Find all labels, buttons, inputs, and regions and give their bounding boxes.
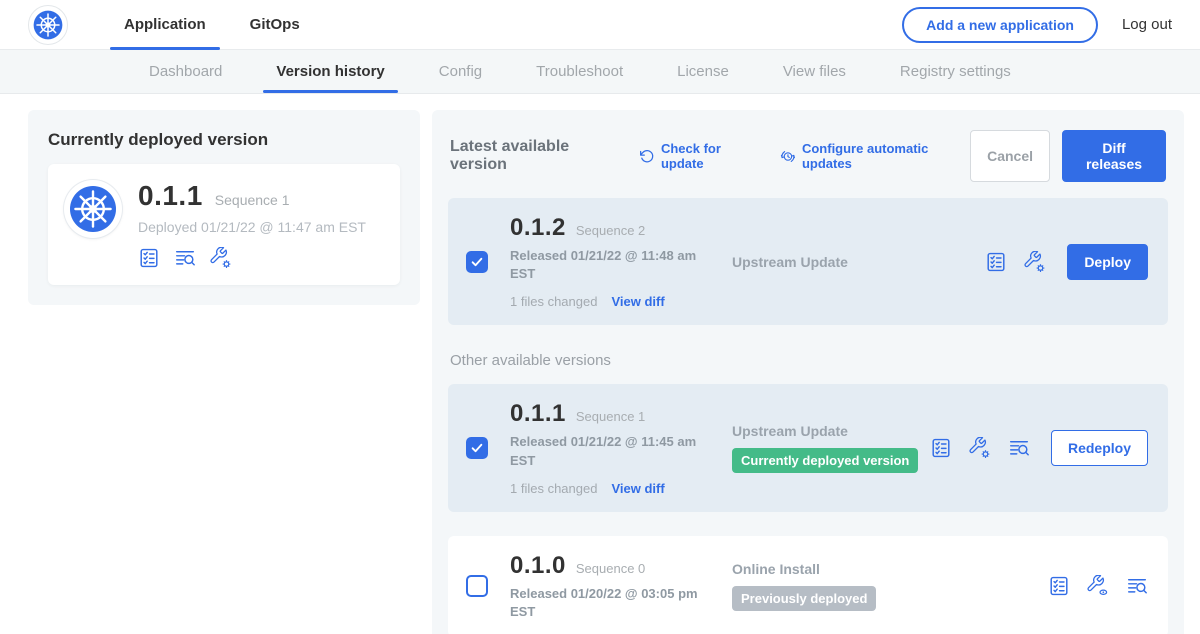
kubernetes-logo-icon[interactable] [28, 5, 68, 45]
top-tabs: Application GitOps [102, 0, 322, 50]
tab-gitops[interactable]: GitOps [228, 0, 322, 50]
available-versions-header: Latest available version Check for updat… [450, 130, 1166, 182]
add-new-application-button[interactable]: Add a new application [902, 7, 1098, 43]
redeploy-button[interactable]: Redeploy [1051, 430, 1148, 466]
kubernetes-logo-icon [64, 180, 122, 238]
cancel-button[interactable]: Cancel [970, 130, 1050, 182]
version-source-label: Upstream Update [732, 254, 985, 270]
deploy-logs-icon[interactable] [174, 247, 196, 269]
latest-available-title: Latest available version [450, 138, 619, 174]
version-row-0-1-1: 0.1.1 Sequence 1 Released 01/21/22 @ 11:… [448, 384, 1168, 511]
version-number: 0.1.2 [510, 214, 566, 242]
edit-config-icon[interactable] [969, 437, 991, 459]
deployed-version-number: 0.1.1 [138, 180, 203, 212]
subnav-item-view-files[interactable]: View files [756, 50, 873, 93]
subnav-item-license[interactable]: License [650, 50, 756, 93]
deploy-logs-icon[interactable] [1008, 437, 1030, 459]
version-source-label: Online Install [732, 561, 1048, 577]
main-content: Currently deployed version 0.1.1 Sequenc… [0, 94, 1200, 634]
deployed-sequence-label: Sequence 1 [215, 192, 290, 208]
preflight-checks-icon[interactable] [1048, 575, 1070, 597]
version-checkbox[interactable] [466, 437, 488, 459]
tab-application[interactable]: Application [102, 0, 228, 50]
deployed-version-card: 0.1.1 Sequence 1 Deployed 01/21/22 @ 11:… [48, 164, 400, 285]
top-nav-right: Add a new application Log out [902, 7, 1172, 43]
sequence-label: Sequence 2 [576, 223, 645, 238]
subnav-item-dashboard[interactable]: Dashboard [122, 50, 249, 93]
available-versions-panel: Latest available version Check for updat… [432, 110, 1184, 634]
deploy-logs-icon[interactable] [1126, 575, 1148, 597]
version-source-label: Upstream Update [732, 423, 930, 439]
version-row-0-1-0: 0.1.0 Sequence 0 Released 01/20/22 @ 03:… [448, 536, 1168, 634]
preflight-checks-icon[interactable] [138, 247, 160, 269]
files-changed-label: 1 files changed [510, 294, 597, 309]
app-sub-nav: Dashboard Version history Config Trouble… [0, 50, 1200, 94]
top-nav: Application GitOps Add a new application… [0, 0, 1200, 50]
view-diff-link[interactable]: View diff [611, 481, 664, 496]
sequence-label: Sequence 0 [576, 561, 645, 576]
currently-deployed-badge: Currently deployed version [732, 448, 918, 473]
view-config-icon[interactable] [1087, 575, 1109, 597]
other-available-versions-title: Other available versions [450, 352, 1166, 369]
tab-gitops-label: GitOps [250, 16, 300, 33]
edit-config-icon[interactable] [1024, 251, 1046, 273]
diff-releases-button[interactable]: Diff releases [1062, 130, 1166, 182]
version-number: 0.1.1 [510, 400, 566, 428]
released-timestamp: Released 01/21/22 @ 11:45 am EST [510, 433, 708, 469]
logout-link[interactable]: Log out [1122, 16, 1172, 33]
preflight-checks-icon[interactable] [985, 251, 1007, 273]
version-checkbox[interactable] [466, 251, 488, 273]
subnav-item-troubleshoot[interactable]: Troubleshoot [509, 50, 650, 93]
clock-arrows-icon [780, 148, 796, 165]
check-for-update-link[interactable]: Check for update [639, 141, 760, 171]
preflight-checks-icon[interactable] [930, 437, 952, 459]
subnav-item-registry-settings[interactable]: Registry settings [873, 50, 1038, 93]
subnav-item-config[interactable]: Config [412, 50, 509, 93]
edit-config-icon[interactable] [210, 247, 232, 269]
previously-deployed-badge: Previously deployed [732, 586, 876, 611]
deploy-button[interactable]: Deploy [1067, 244, 1148, 280]
files-changed-label: 1 files changed [510, 481, 597, 496]
sequence-label: Sequence 1 [576, 409, 645, 424]
version-number: 0.1.0 [510, 552, 566, 580]
version-row-0-1-2: 0.1.2 Sequence 2 Released 01/21/22 @ 11:… [448, 198, 1168, 325]
deployed-timestamp: Deployed 01/21/22 @ 11:47 am EST [138, 219, 366, 235]
deployed-card-title: Currently deployed version [48, 130, 400, 150]
released-timestamp: Released 01/21/22 @ 11:48 am EST [510, 247, 708, 283]
configure-automatic-updates-link[interactable]: Configure automatic updates [780, 141, 970, 171]
view-diff-link[interactable]: View diff [611, 294, 664, 309]
released-timestamp: Released 01/20/22 @ 03:05 pm EST [510, 585, 708, 621]
tab-application-label: Application [124, 16, 206, 33]
version-checkbox[interactable] [466, 575, 488, 597]
currently-deployed-card: Currently deployed version 0.1.1 Sequenc… [28, 110, 420, 305]
refresh-icon [639, 148, 655, 165]
subnav-item-version-history[interactable]: Version history [249, 50, 411, 93]
